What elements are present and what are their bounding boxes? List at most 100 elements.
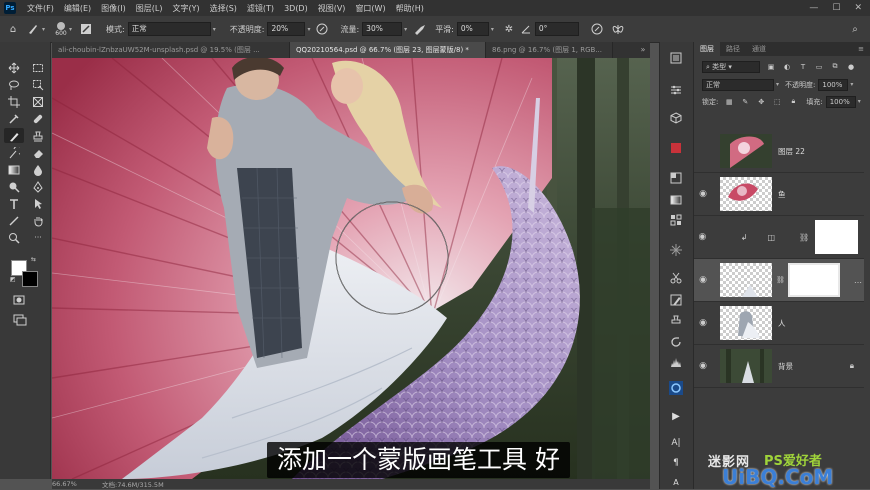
flow-field[interactable]: 30%: [362, 22, 403, 36]
brush-tool[interactable]: [4, 128, 24, 143]
patterns-panel-button[interactable]: [666, 212, 686, 228]
screen-mode-button[interactable]: [13, 314, 27, 328]
tool-presets-panel-button[interactable]: [666, 270, 686, 286]
menu-type[interactable]: 文字(Y): [167, 3, 204, 14]
layer-mask-thumbnail[interactable]: [815, 220, 858, 254]
frame-tool[interactable]: [28, 94, 48, 109]
close-icon[interactable]: ✕: [854, 3, 862, 13]
brushes-panel-button[interactable]: [666, 292, 686, 308]
layer-row-selected[interactable]: ◉ ⛓︎ …: [694, 259, 864, 302]
filter-smart-object-icon[interactable]: ⧉: [830, 62, 840, 72]
pressure-opacity-toggle[interactable]: [316, 23, 328, 35]
filter-type-icon[interactable]: T: [798, 62, 808, 72]
color-panel-button[interactable]: [666, 140, 686, 156]
chevron-down-icon[interactable]: ▾: [491, 26, 494, 33]
3d-panel-button[interactable]: [666, 110, 686, 126]
layer-row[interactable]: ◉ 背景 🔒︎: [694, 345, 864, 388]
chain-link-icon[interactable]: ⛓︎: [776, 276, 785, 284]
smoothing-field[interactable]: 0%: [456, 22, 489, 36]
zoom-level[interactable]: 66.67%: [52, 480, 92, 488]
chain-link-icon[interactable]: ⛓︎: [799, 233, 809, 242]
lasso-tool[interactable]: [4, 77, 24, 92]
quick-mask-button[interactable]: [13, 294, 25, 308]
chevron-down-icon[interactable]: ▾: [69, 26, 72, 33]
tabs-overflow-button[interactable]: »: [636, 42, 650, 58]
menu-view[interactable]: 视图(V): [313, 3, 351, 14]
eye-icon[interactable]: ◉: [694, 361, 712, 371]
navigator-panel-button[interactable]: [666, 380, 686, 396]
home-button[interactable]: ⌂: [6, 22, 20, 36]
tool-preset-picker[interactable]: ▾: [26, 22, 45, 36]
lock-transparency-icon[interactable]: ▦: [724, 97, 734, 107]
menu-3d[interactable]: 3D(D): [279, 4, 313, 13]
character-panel-button[interactable]: A|: [666, 435, 686, 451]
airbrush-toggle[interactable]: [413, 23, 427, 35]
path-select-tool[interactable]: [28, 196, 48, 211]
layer-row[interactable]: 图层 22: [694, 130, 864, 173]
menu-file[interactable]: 文件(F): [22, 3, 59, 14]
layer-row[interactable]: ◉ 人: [694, 302, 864, 345]
marquee-tool[interactable]: [28, 60, 48, 75]
line-tool[interactable]: [4, 213, 24, 228]
tab-layers[interactable]: 图层: [694, 42, 720, 56]
blur-tool[interactable]: [28, 162, 48, 177]
brush-angle-field[interactable]: 0°: [534, 22, 579, 36]
layer-name[interactable]: 图层 22: [778, 146, 805, 157]
adjustments-panel-button[interactable]: [666, 82, 686, 98]
eye-icon[interactable]: ◉: [694, 189, 712, 199]
layer-filter-select[interactable]: ⌕ 类型 ▾: [702, 60, 760, 73]
lock-pixels-icon[interactable]: ✎: [740, 97, 750, 107]
histogram-panel-button[interactable]: [666, 354, 686, 370]
layer-mask-thumbnail-active[interactable]: [787, 263, 840, 297]
blend-mode-select[interactable]: 正常: [702, 78, 774, 91]
layer-row[interactable]: ◉ ↲ ◫ ⛓︎: [694, 216, 864, 259]
zoom-tool[interactable]: [4, 230, 24, 245]
layer-opacity-field[interactable]: 100%: [818, 78, 849, 91]
glyphs-panel-button[interactable]: A: [666, 474, 686, 490]
chevron-down-icon[interactable]: ▾: [858, 98, 861, 105]
filter-toggle-icon[interactable]: ●: [846, 62, 856, 72]
minimize-icon[interactable]: —: [809, 3, 818, 13]
chevron-down-icon[interactable]: ▾: [850, 81, 853, 88]
hand-tool[interactable]: [28, 213, 48, 228]
menu-filter[interactable]: 滤镜(T): [242, 3, 279, 14]
actions-panel-button[interactable]: [666, 334, 686, 350]
search-button[interactable]: ⌕: [848, 22, 862, 36]
dodge-tool[interactable]: [4, 179, 24, 194]
document-canvas[interactable]: [52, 58, 650, 479]
history-panel-button[interactable]: [666, 50, 686, 66]
lock-position-icon[interactable]: ✥: [756, 97, 766, 107]
clone-source-panel-button[interactable]: [666, 312, 686, 328]
gradient-tool[interactable]: [4, 162, 24, 177]
chevron-down-icon[interactable]: ▾: [404, 26, 407, 33]
swatches-panel-button[interactable]: [666, 170, 686, 186]
menu-layer[interactable]: 图层(L): [131, 3, 168, 14]
menu-image[interactable]: 图像(I): [96, 3, 131, 14]
layer-name[interactable]: 背景: [778, 361, 793, 372]
mode-select[interactable]: 正常: [127, 22, 211, 36]
tab-document-2[interactable]: QQ20210564.psd @ 66.7% (图层 23, 图层蒙版/8) *: [290, 42, 486, 58]
gradients-panel-button[interactable]: [666, 192, 686, 208]
filter-pixel-icon[interactable]: ▣: [766, 62, 776, 72]
lock-artboard-icon[interactable]: ⬚: [772, 97, 782, 107]
eye-icon[interactable]: ◉: [694, 232, 711, 242]
filter-shape-icon[interactable]: ▭: [814, 62, 824, 72]
menu-edit[interactable]: 编辑(E): [59, 3, 96, 14]
layer-row[interactable]: ◉ 鱼: [694, 173, 864, 216]
eye-icon[interactable]: ◉: [694, 275, 712, 285]
symmetry-button[interactable]: [611, 23, 625, 35]
eraser-tool[interactable]: [28, 145, 48, 160]
move-tool[interactable]: [4, 60, 24, 75]
tab-paths[interactable]: 路径: [720, 42, 746, 56]
background-color-swatch[interactable]: [22, 271, 38, 287]
layer-name[interactable]: 鱼: [778, 189, 786, 200]
chevron-down-icon[interactable]: ▾: [307, 26, 310, 33]
tab-document-1[interactable]: ali-choubin-lZnbzaUW52M-unsplash.psd @ 1…: [52, 42, 290, 58]
menu-window[interactable]: 窗口(W): [350, 3, 390, 14]
clone-stamp-tool[interactable]: [28, 128, 48, 143]
brush-settings-panel-button[interactable]: [666, 242, 686, 258]
tab-channels[interactable]: 通道: [746, 42, 772, 56]
type-tool[interactable]: [4, 196, 24, 211]
document-size[interactable]: 文档:74.6M/315.5M: [102, 479, 164, 489]
pressure-size-toggle[interactable]: [591, 23, 603, 35]
